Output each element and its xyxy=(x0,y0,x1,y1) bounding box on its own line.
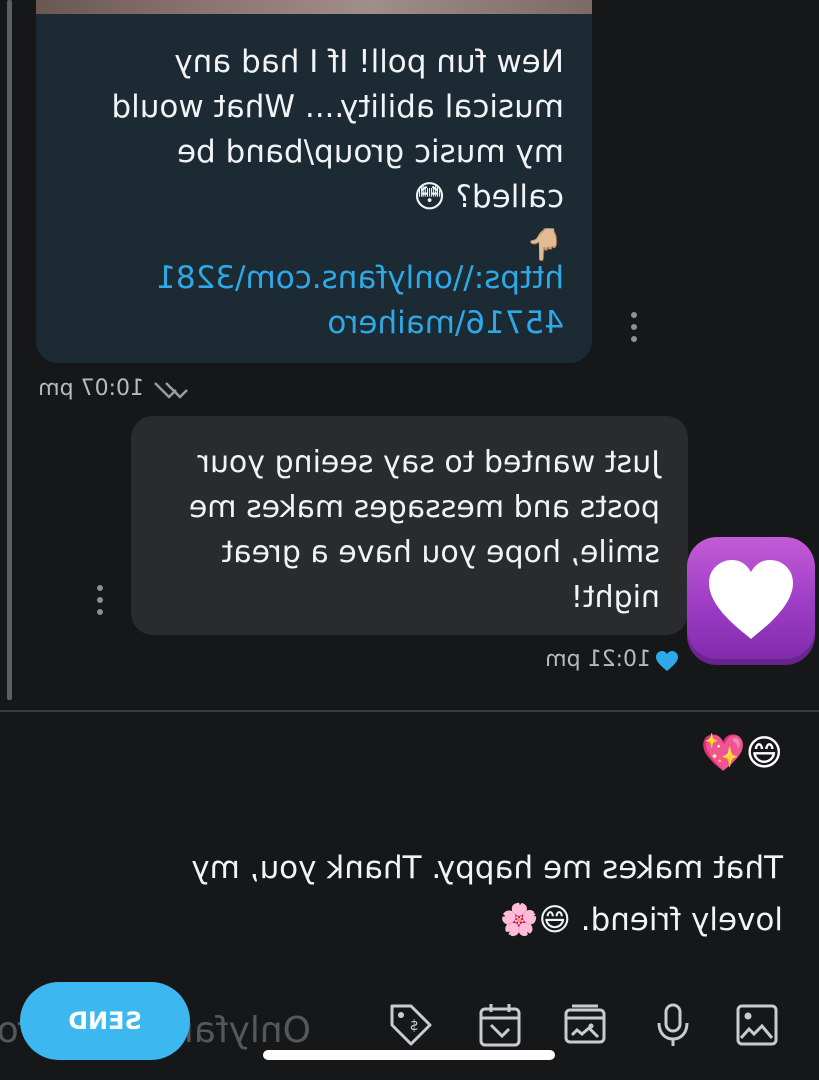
incoming-message-menu-icon[interactable] xyxy=(629,312,639,348)
incoming-message-bubble[interactable]: New fun poll! If I had any musical abili… xyxy=(36,14,592,363)
vault-icon[interactable] xyxy=(561,1001,609,1049)
outgoing-message-bubble[interactable]: Just wanted to say seeing your posts and… xyxy=(131,416,688,635)
liked-heart-icon[interactable] xyxy=(655,650,679,672)
price-tag-icon[interactable]: $ xyxy=(387,1001,435,1049)
outgoing-message-menu-icon[interactable] xyxy=(95,585,105,621)
message-link[interactable]: https:\\onlyfans.com\328145716\maihero xyxy=(144,256,564,346)
chat-scrollbar[interactable] xyxy=(7,0,12,700)
incoming-message-timestamp: 10:07 pm xyxy=(20,374,190,408)
compose-emojis: 😄💖 xyxy=(700,733,783,774)
svg-text:$: $ xyxy=(410,1018,419,1034)
send-button[interactable]: SEND xyxy=(20,982,190,1060)
read-receipt-icon xyxy=(154,382,188,399)
outgoing-message-timestamp: 10:21 pm xyxy=(529,647,679,677)
incoming-message-text: New fun poll! If I had any musical abili… xyxy=(59,40,564,268)
microphone-icon[interactable] xyxy=(649,1001,697,1049)
compose-draft-text[interactable]: That makes me happy. Thank you, my lovel… xyxy=(103,842,783,946)
image-icon[interactable] xyxy=(733,1001,781,1049)
white-heart-icon xyxy=(709,560,793,639)
purple-heart-sticker-icon[interactable] xyxy=(687,537,815,665)
chat-screen: New fun poll! If I had any musical abili… xyxy=(0,0,819,1080)
attached-photo[interactable] xyxy=(36,0,592,14)
schedule-icon[interactable] xyxy=(476,1001,524,1049)
outgoing-message-text: Just wanted to say seeing your posts and… xyxy=(188,445,660,615)
home-indicator xyxy=(263,1050,555,1060)
